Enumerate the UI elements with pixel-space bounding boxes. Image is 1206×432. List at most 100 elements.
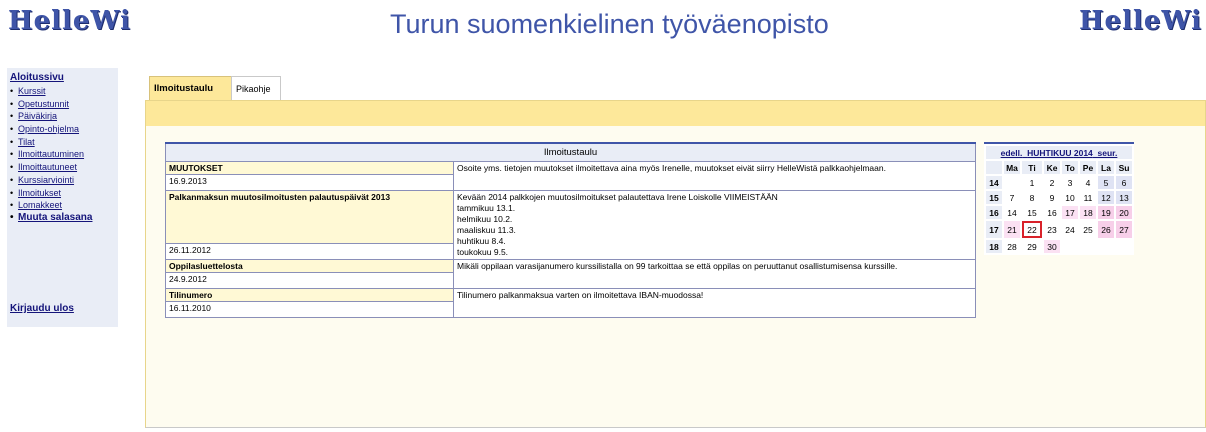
- calendar-day[interactable]: 9: [1044, 191, 1060, 204]
- calendar-week-number: 15: [986, 191, 1002, 204]
- bullet-icon: •: [10, 174, 14, 185]
- notice-text-line: helmikuu 10.2.: [457, 214, 513, 224]
- calendar-day[interactable]: 18: [1080, 206, 1096, 219]
- hellewi-logo-right[interactable]: HelleWi: [1079, 6, 1202, 36]
- notice-heading: Palkanmaksun muutosilmoitusten palautusp…: [165, 190, 454, 244]
- calendar-prev-link[interactable]: edell.: [1001, 148, 1023, 158]
- calendar-weekday-row: Ma Ti Ke To Pe La Su: [986, 161, 1132, 174]
- calendar-week-row: 18 28 29 30: [986, 240, 1132, 253]
- calendar-empty-cell: [1098, 240, 1114, 253]
- calendar-weekday: Ma: [1004, 161, 1020, 174]
- sidebar-link[interactable]: Lomakkeet: [18, 200, 62, 210]
- notice-row: Oppilasluettelosta Mikäli oppilaan varasi…: [165, 259, 976, 289]
- notice-text-line: toukokuu 9.5.: [457, 247, 509, 257]
- calendar-day[interactable]: 10: [1062, 191, 1078, 204]
- bullet-icon: •: [10, 187, 14, 198]
- calendar-day[interactable]: 2: [1044, 176, 1060, 189]
- calendar-day[interactable]: 5: [1098, 176, 1114, 189]
- calendar-week-row: 16 14 15 16 17 18 19 20: [986, 206, 1132, 219]
- calendar-day[interactable]: 1: [1022, 176, 1042, 189]
- calendar-day[interactable]: 28: [1004, 240, 1020, 253]
- header: HelleWi Turun suomenkielinen työväenopis…: [0, 0, 1206, 60]
- notice-text-line: Mikäli oppilaan varasijanumero kurssilis…: [457, 261, 898, 271]
- calendar-day[interactable]: 29: [1022, 240, 1042, 253]
- tab-panel: Ilmoitustaulu MUUTOKSET Osoite yms. tieto…: [145, 126, 1206, 428]
- nav-home-link[interactable]: Aloitussivu: [10, 72, 64, 83]
- notice-row: Tilinumero Tilinumero palkanmaksua varten…: [165, 288, 976, 318]
- calendar-day[interactable]: 4: [1080, 176, 1096, 189]
- calendar-week-row: 17 21 22 23 24 25 26 27: [986, 221, 1132, 238]
- notice-heading: Tilinumero: [165, 288, 454, 302]
- calendar-weekday: La: [1098, 161, 1114, 174]
- calendar-empty-cell: [1004, 176, 1020, 189]
- sidebar-item: • Ilmoitukset: [10, 187, 92, 200]
- notice-board-title: Ilmoitustaulu: [165, 142, 976, 162]
- calendar-day[interactable]: 14: [1004, 206, 1020, 219]
- sidebar-link[interactable]: Opinto-ohjelma: [18, 124, 79, 134]
- calendar-next-link[interactable]: seur.: [1098, 148, 1118, 158]
- sidebar-link[interactable]: Päiväkirja: [18, 111, 57, 121]
- sidebar-item: • Tilat: [10, 136, 92, 149]
- sidebar-link[interactable]: Ilmoittautuminen: [18, 149, 84, 159]
- calendar-day[interactable]: 12: [1098, 191, 1114, 204]
- calendar: edell. HUHTIKUU 2014 seur. Ma Ti Ke To Pe La S…: [984, 142, 1134, 255]
- calendar-day[interactable]: 25: [1080, 221, 1096, 238]
- notice-text-line: Osoite yms. tietojen muutokset ilmoitett…: [457, 163, 886, 173]
- calendar-week-number: 14: [986, 176, 1002, 189]
- calendar-day[interactable]: 16: [1044, 206, 1060, 219]
- tab-ilmoitustaulu[interactable]: Ilmoitustaulu: [149, 76, 235, 102]
- calendar-day[interactable]: 23: [1044, 221, 1060, 238]
- calendar-day[interactable]: 19: [1098, 206, 1114, 219]
- calendar-day[interactable]: 26: [1098, 221, 1114, 238]
- calendar-day[interactable]: 22: [1022, 221, 1042, 238]
- nav-list: • Kurssit • Opetustunnit • Päiväkirja • Opinto-…: [10, 85, 92, 225]
- calendar-day[interactable]: 15: [1022, 206, 1042, 219]
- calendar-day[interactable]: 13: [1116, 191, 1132, 204]
- calendar-day[interactable]: 20: [1116, 206, 1132, 219]
- bullet-icon: •: [10, 200, 14, 211]
- calendar-day[interactable]: 7: [1004, 191, 1020, 204]
- logout-link[interactable]: Kirjaudu ulos: [10, 303, 74, 314]
- calendar-day[interactable]: 11: [1080, 191, 1096, 204]
- sidebar-link[interactable]: Muuta salasana: [18, 212, 92, 223]
- notice-date: 26.11.2012: [165, 243, 454, 260]
- calendar-day[interactable]: 21: [1004, 221, 1020, 238]
- calendar-day[interactable]: 30: [1044, 240, 1060, 253]
- notice-date: 16.11.2010: [165, 301, 454, 318]
- sidebar-item: • Ilmoittautuminen: [10, 148, 92, 161]
- notice-text-line: Kevään 2014 palkkojen muutosilmoitukset …: [457, 192, 778, 202]
- calendar-day[interactable]: 24: [1062, 221, 1078, 238]
- sidebar-link[interactable]: Ilmoitukset: [18, 188, 61, 198]
- sidebar-link[interactable]: Opetustunnit: [18, 99, 69, 109]
- calendar-empty-cell: [1062, 240, 1078, 253]
- calendar-week-number: 18: [986, 240, 1002, 253]
- tab-toolbar: [145, 100, 1206, 128]
- sidebar-link[interactable]: Tilat: [18, 137, 35, 147]
- site-title: Turun suomenkielinen työväenopisto: [390, 9, 829, 39]
- calendar-day[interactable]: 27: [1116, 221, 1132, 238]
- notice-text-line: Tilinumero palkanmaksua varten on ilmoit…: [457, 290, 704, 300]
- calendar-corner: [986, 161, 1002, 174]
- calendar-weekday: Ti: [1022, 161, 1042, 174]
- sidebar-item: • Lomakkeet: [10, 199, 92, 212]
- calendar-empty-cell: [1116, 240, 1132, 253]
- calendar-day[interactable]: 8: [1022, 191, 1042, 204]
- calendar-weekday: Su: [1116, 161, 1132, 174]
- sidebar-item: • Opetustunnit: [10, 98, 92, 111]
- calendar-day[interactable]: 17: [1062, 206, 1078, 219]
- sidebar-item: • Päiväkirja: [10, 110, 92, 123]
- calendar-week-row: 15 7 8 9 10 11 12 13: [986, 191, 1132, 204]
- sidebar-item: • Muuta salasana: [10, 212, 92, 225]
- notice-row: Palkanmaksun muutosilmoitusten palautusp…: [165, 190, 976, 260]
- sidebar-link[interactable]: Ilmoittautuneet: [18, 162, 77, 172]
- tab-pikaohje[interactable]: Pikaohje: [231, 76, 281, 102]
- sidebar-link[interactable]: Kurssit: [18, 86, 46, 96]
- hellewi-logo-left[interactable]: HelleWi: [8, 6, 131, 36]
- sidebar-item: • Opinto-ohjelma: [10, 123, 92, 136]
- calendar-day[interactable]: 3: [1062, 176, 1078, 189]
- bullet-icon: •: [10, 86, 14, 96]
- sidebar-link[interactable]: Kurssiarviointi: [18, 175, 74, 185]
- calendar-day[interactable]: 6: [1116, 176, 1132, 189]
- notice-row: MUUTOKSET Osoite yms. tietojen muutokset …: [165, 161, 976, 191]
- calendar-month-link[interactable]: HUHTIKUU 2014: [1027, 148, 1093, 158]
